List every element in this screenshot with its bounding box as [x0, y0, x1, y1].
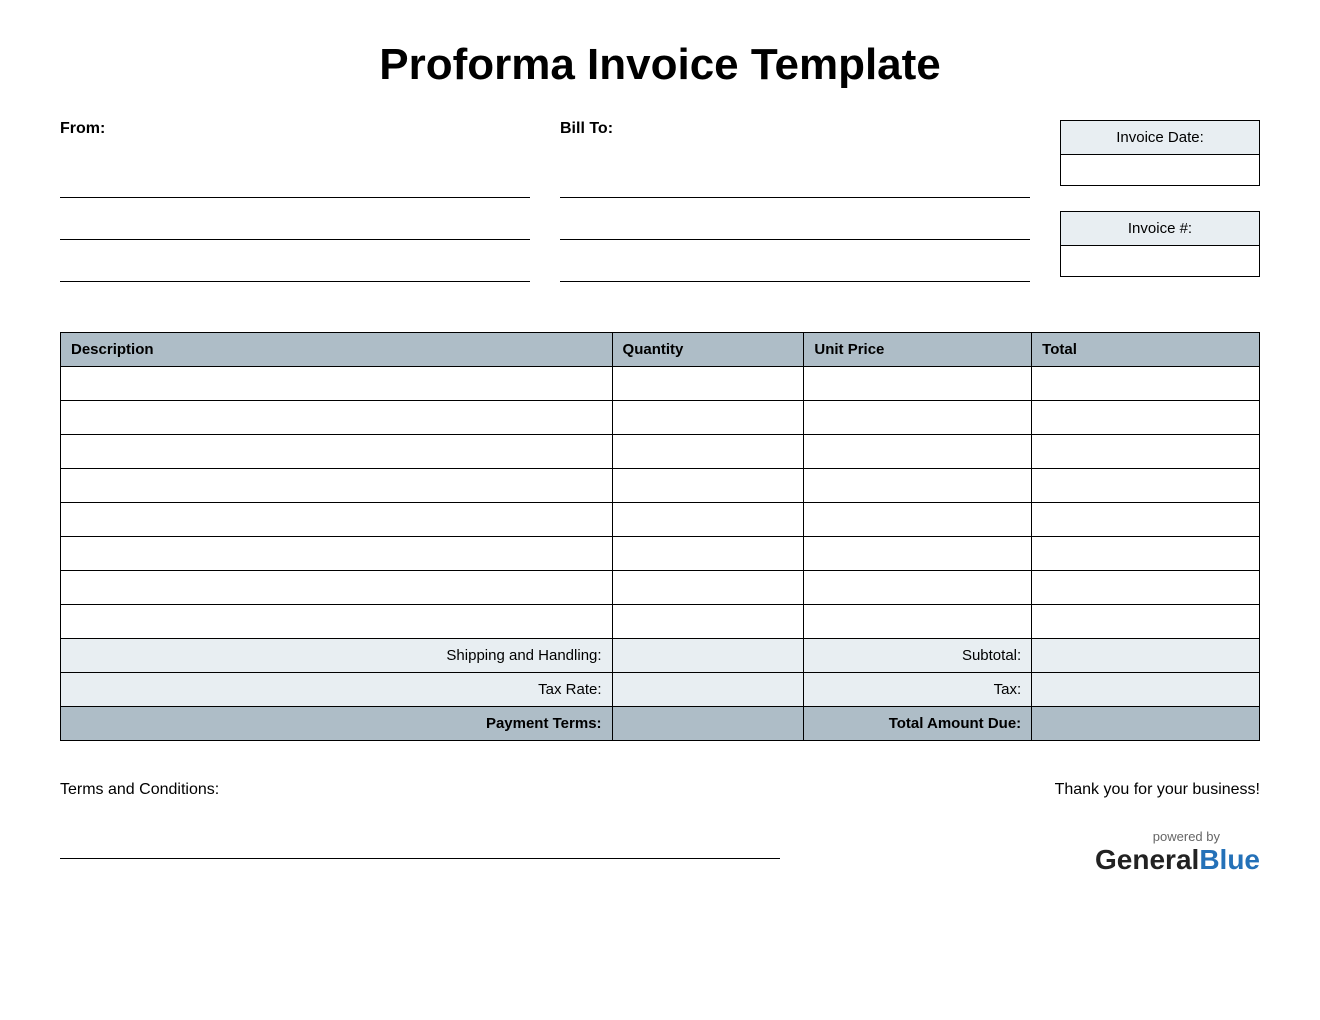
from-column: From: [60, 120, 530, 302]
cell-quantity[interactable] [612, 571, 804, 605]
cell-unit_price[interactable] [804, 537, 1032, 571]
billto-label: Bill To: [560, 120, 1030, 138]
footer-section: Terms and Conditions: Thank you for your… [60, 781, 1260, 876]
invoice-date-value[interactable] [1061, 155, 1259, 185]
cell-unit_price[interactable] [804, 503, 1032, 537]
invoice-number-label: Invoice #: [1061, 212, 1259, 246]
billto-line-2[interactable] [560, 212, 1030, 240]
thank-you-text: Thank you for your business! [1055, 781, 1260, 799]
taxrate-label: Tax Rate: [61, 673, 613, 707]
table-row [61, 401, 1260, 435]
cell-description[interactable] [61, 605, 613, 639]
terms-column: Terms and Conditions: [60, 781, 780, 873]
subtotal-label: Subtotal: [804, 639, 1032, 673]
cell-quantity[interactable] [612, 605, 804, 639]
cell-total[interactable] [1032, 401, 1260, 435]
payment-terms-label: Payment Terms: [61, 707, 613, 741]
table-row [61, 435, 1260, 469]
header-unit-price: Unit Price [804, 333, 1032, 367]
from-line-1[interactable] [60, 170, 530, 198]
cell-unit_price[interactable] [804, 469, 1032, 503]
summary-row-3: Payment Terms: Total Amount Due: [61, 707, 1260, 741]
cell-unit_price[interactable] [804, 435, 1032, 469]
shipping-label: Shipping and Handling: [61, 639, 613, 673]
table-row [61, 367, 1260, 401]
tax-label: Tax: [804, 673, 1032, 707]
header-quantity: Quantity [612, 333, 804, 367]
powered-by-text: powered by [1055, 829, 1220, 844]
brand-blue: Blue [1199, 844, 1260, 875]
page-title: Proforma Invoice Template [60, 40, 1260, 90]
tax-value[interactable] [1032, 673, 1260, 707]
header-total: Total [1032, 333, 1260, 367]
invoice-date-box: Invoice Date: [1060, 120, 1260, 186]
table-row [61, 537, 1260, 571]
terms-line[interactable] [60, 831, 780, 859]
taxrate-value[interactable] [612, 673, 804, 707]
cell-quantity[interactable] [612, 503, 804, 537]
thanks-column: Thank you for your business! powered by … [1055, 781, 1260, 876]
cell-total[interactable] [1032, 435, 1260, 469]
billto-line-3[interactable] [560, 254, 1030, 282]
cell-quantity[interactable] [612, 537, 804, 571]
table-row [61, 605, 1260, 639]
terms-conditions-label: Terms and Conditions: [60, 781, 780, 799]
table-row [61, 469, 1260, 503]
cell-quantity[interactable] [612, 435, 804, 469]
invoice-date-label: Invoice Date: [1061, 121, 1259, 155]
cell-description[interactable] [61, 571, 613, 605]
cell-total[interactable] [1032, 571, 1260, 605]
billto-column: Bill To: [560, 120, 1030, 302]
items-table: Description Quantity Unit Price Total Sh… [60, 332, 1260, 741]
table-header-row: Description Quantity Unit Price Total [61, 333, 1260, 367]
billto-line-1[interactable] [560, 170, 1030, 198]
cell-total[interactable] [1032, 537, 1260, 571]
shipping-value[interactable] [612, 639, 804, 673]
meta-column: Invoice Date: Invoice #: [1060, 120, 1260, 302]
header-description: Description [61, 333, 613, 367]
cell-unit_price[interactable] [804, 367, 1032, 401]
invoice-number-box: Invoice #: [1060, 211, 1260, 277]
cell-quantity[interactable] [612, 401, 804, 435]
summary-row-2: Tax Rate: Tax: [61, 673, 1260, 707]
cell-total[interactable] [1032, 367, 1260, 401]
cell-unit_price[interactable] [804, 571, 1032, 605]
table-row [61, 571, 1260, 605]
invoice-number-value[interactable] [1061, 246, 1259, 276]
brand-logo: GeneralBlue [1055, 844, 1260, 876]
table-row [61, 503, 1260, 537]
cell-quantity[interactable] [612, 469, 804, 503]
cell-description[interactable] [61, 435, 613, 469]
cell-description[interactable] [61, 367, 613, 401]
from-line-3[interactable] [60, 254, 530, 282]
from-label: From: [60, 120, 530, 138]
from-line-2[interactable] [60, 212, 530, 240]
cell-description[interactable] [61, 401, 613, 435]
brand-general: General [1095, 844, 1199, 875]
cell-total[interactable] [1032, 605, 1260, 639]
total-due-value[interactable] [1032, 707, 1260, 741]
subtotal-value[interactable] [1032, 639, 1260, 673]
cell-unit_price[interactable] [804, 605, 1032, 639]
cell-quantity[interactable] [612, 367, 804, 401]
cell-description[interactable] [61, 469, 613, 503]
header-section: From: Bill To: Invoice Date: Invoice #: [60, 120, 1260, 302]
cell-total[interactable] [1032, 469, 1260, 503]
payment-terms-value[interactable] [612, 707, 804, 741]
summary-row-1: Shipping and Handling: Subtotal: [61, 639, 1260, 673]
total-due-label: Total Amount Due: [804, 707, 1032, 741]
cell-description[interactable] [61, 537, 613, 571]
cell-total[interactable] [1032, 503, 1260, 537]
cell-unit_price[interactable] [804, 401, 1032, 435]
cell-description[interactable] [61, 503, 613, 537]
